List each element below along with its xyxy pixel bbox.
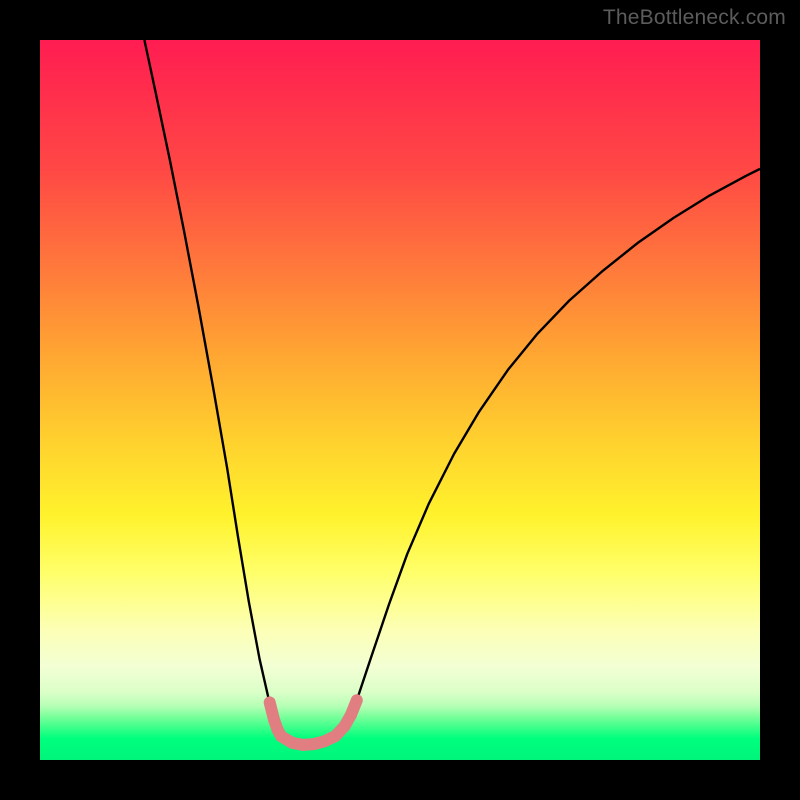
valley-highlight — [270, 700, 357, 745]
curve-layer — [40, 40, 760, 760]
watermark-text: TheBottleneck.com — [603, 6, 786, 30]
outer-frame: TheBottleneck.com — [0, 0, 800, 800]
bottleneck-curve — [144, 40, 760, 745]
plot-area — [40, 40, 760, 760]
